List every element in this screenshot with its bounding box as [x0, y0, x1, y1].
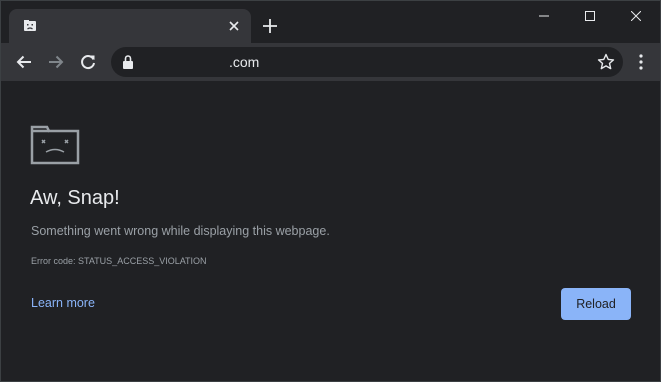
title-bar	[1, 1, 660, 43]
active-tab[interactable]	[9, 9, 251, 43]
url-text[interactable]: .com	[229, 54, 259, 70]
learn-more-link[interactable]: Learn more	[31, 296, 95, 310]
back-arrow-icon	[16, 55, 31, 69]
reload-page-button[interactable]: Reload	[561, 288, 631, 320]
minimize-button[interactable]	[521, 1, 567, 31]
address-bar[interactable]: .com	[111, 47, 623, 77]
sad-tab-icon	[24, 20, 36, 31]
window-close-button[interactable]	[613, 1, 659, 31]
reload-icon	[81, 55, 95, 70]
toolbar: .com	[1, 43, 660, 81]
error-page: Aw, Snap! Something went wrong while dis…	[1, 81, 660, 381]
tab-close-button[interactable]	[225, 17, 243, 35]
sad-folder-icon	[30, 125, 80, 165]
new-tab-button[interactable]	[259, 15, 281, 37]
close-icon	[229, 21, 239, 31]
star-icon[interactable]	[597, 53, 615, 71]
reload-button[interactable]	[74, 48, 102, 76]
back-button[interactable]	[10, 48, 38, 76]
browser-window: .com Aw, Snap! Something went wrong whil…	[0, 0, 661, 382]
maximize-button[interactable]	[567, 1, 613, 31]
error-heading: Aw, Snap!	[30, 187, 120, 209]
forward-arrow-icon	[49, 55, 64, 69]
browser-menu-button[interactable]	[627, 48, 655, 76]
close-icon	[631, 11, 641, 21]
minimize-icon	[539, 15, 549, 17]
plus-icon	[263, 19, 277, 33]
maximize-icon	[585, 11, 595, 21]
kebab-menu-icon	[639, 54, 643, 70]
error-message: Something went wrong while displaying th…	[31, 224, 330, 238]
lock-icon[interactable]	[121, 54, 135, 70]
error-code: Error code: STATUS_ACCESS_VIOLATION	[31, 256, 207, 266]
forward-button[interactable]	[42, 48, 70, 76]
